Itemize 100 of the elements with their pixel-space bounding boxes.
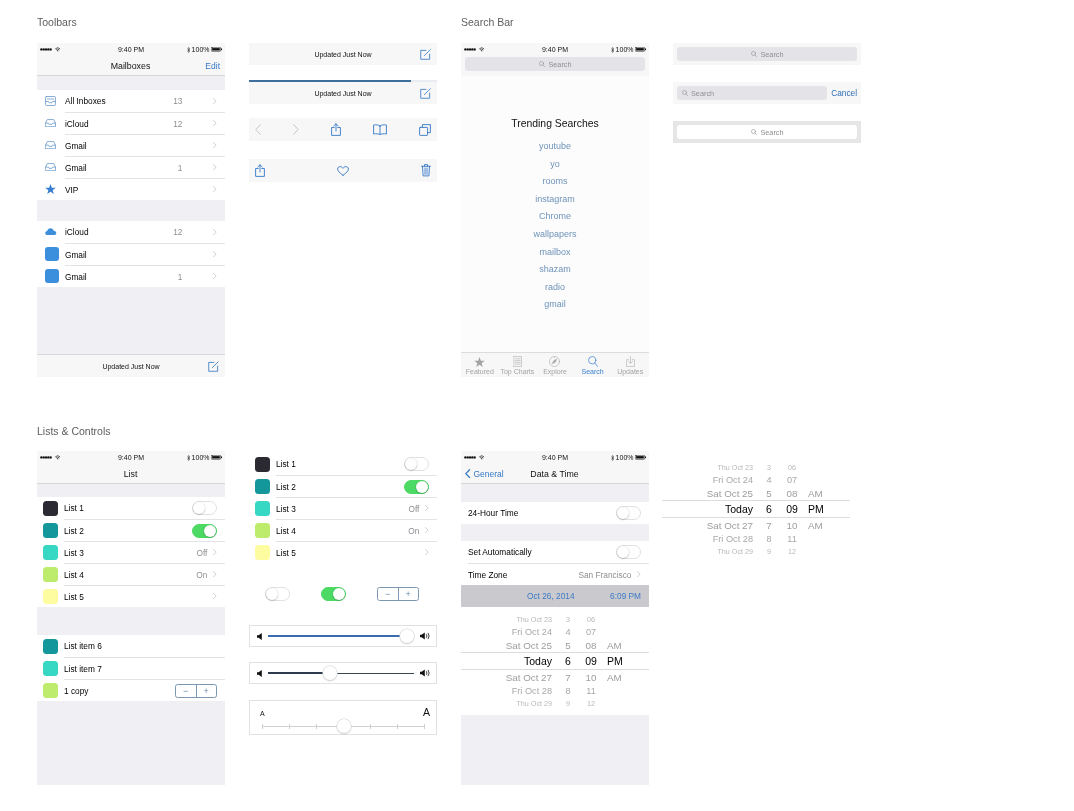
toolbar-button[interactable] — [331, 123, 341, 136]
toggle-switch[interactable] — [192, 523, 217, 538]
minus-button[interactable]: − — [378, 588, 398, 600]
toggle-switch[interactable] — [404, 479, 429, 494]
picker-hour[interactable]: 7 — [554, 671, 582, 683]
row-value: On — [408, 525, 420, 536]
picker-hour[interactable]: 4 — [755, 474, 783, 485]
picker-date[interactable]: Fri Oct 28 — [662, 533, 755, 544]
nav-title: Data & Time — [530, 468, 579, 479]
picker-hour[interactable]: 6 — [554, 655, 582, 667]
date-row[interactable]: Oct 26, 2014 6:09 PM — [461, 585, 649, 607]
slider-thumb[interactable] — [400, 629, 414, 643]
compose-button[interactable] — [420, 87, 431, 99]
picker-period[interactable]: AM — [600, 671, 649, 683]
row-label: All Inboxes — [65, 96, 107, 106]
inbox-icon — [45, 96, 56, 106]
chevron-right-icon — [293, 124, 299, 135]
picker-period[interactable]: AM — [801, 519, 850, 531]
toolbar-button[interactable] — [255, 164, 265, 177]
toggle-switch[interactable] — [616, 545, 641, 559]
row-label: List 3 — [276, 503, 297, 514]
picker-date[interactable]: Sat Oct 25 — [461, 639, 554, 651]
picker-hour[interactable]: 6 — [755, 503, 783, 515]
picker-date[interactable]: Fri Oct 28 — [461, 685, 554, 696]
toggle-switch[interactable] — [321, 587, 346, 601]
picker-date[interactable]: Fri Oct 24 — [662, 474, 755, 485]
picker-minute[interactable]: 09 — [582, 655, 600, 667]
section-heading: Lists & Controls — [37, 424, 111, 438]
row-label: VIP — [65, 184, 80, 195]
search-suggestion[interactable]: wallpapers — [533, 225, 577, 244]
row-count: 1 — [177, 271, 183, 282]
speaker-icon — [257, 632, 262, 640]
back-button[interactable]: General — [465, 468, 504, 479]
search-suggestion[interactable]: gmail — [544, 296, 566, 314]
toggle-switch[interactable] — [192, 501, 217, 515]
compose-icon — [420, 48, 431, 60]
list-icon — [512, 355, 522, 367]
toolbar-button[interactable] — [421, 164, 431, 177]
search-suggestion[interactable]: yo — [550, 155, 560, 174]
picker-minute[interactable]: 08 — [783, 487, 801, 499]
chevron-icon — [425, 527, 429, 534]
picker-hour[interactable]: 5 — [755, 487, 783, 499]
toggle-switch[interactable] — [404, 457, 429, 471]
chevron-icon — [637, 571, 641, 578]
slider-track[interactable] — [268, 666, 414, 680]
picker-date[interactable]: Sat Oct 25 — [662, 487, 755, 499]
row-label: Gmail — [65, 140, 88, 151]
compose-icon — [420, 87, 431, 99]
picker-date[interactable]: Sat Oct 27 — [461, 671, 554, 683]
search-icon — [539, 61, 546, 67]
search-suggestion[interactable]: shazam — [539, 261, 571, 279]
picker-date[interactable]: Today — [662, 503, 755, 515]
toolbar-button[interactable] — [337, 165, 349, 176]
plus-button[interactable]: + — [397, 588, 418, 600]
search-suggestion[interactable]: Chrome — [539, 208, 571, 226]
edit-button[interactable]: Edit — [205, 60, 220, 71]
plus-button[interactable]: + — [195, 684, 216, 697]
slider-track[interactable] — [268, 629, 414, 643]
picker-hour[interactable]: 8 — [554, 685, 582, 696]
picker-minute[interactable]: 11 — [582, 685, 600, 696]
toolbar-button[interactable] — [373, 124, 387, 135]
search-suggestion[interactable]: rooms — [542, 173, 568, 191]
picker-minute[interactable]: 10 — [582, 671, 600, 683]
compose-button[interactable] — [420, 48, 431, 60]
picker-minute[interactable]: 09 — [783, 503, 801, 515]
picker-minute[interactable]: 10 — [783, 519, 801, 531]
chevron-icon — [213, 571, 217, 578]
search-suggestion[interactable]: radio — [545, 278, 565, 297]
chevron-icon — [213, 228, 217, 236]
slider-track[interactable] — [262, 719, 425, 733]
cancel-button[interactable]: Cancel — [831, 88, 857, 98]
picker-hour[interactable]: 8 — [755, 533, 783, 544]
compose-button[interactable] — [208, 360, 219, 372]
row-label: Gmail — [65, 271, 88, 282]
slider-thumb[interactable] — [323, 666, 338, 680]
search-suggestion[interactable]: youtube — [539, 138, 571, 156]
picker-period[interactable]: AM — [801, 487, 850, 499]
search-suggestion[interactable]: mailbox — [539, 243, 571, 262]
toggle-switch[interactable] — [265, 587, 290, 601]
slider-thumb[interactable] — [336, 719, 351, 733]
minus-button[interactable]: − — [176, 684, 196, 697]
picker-period[interactable]: AM — [600, 639, 649, 651]
picker-period[interactable]: PM — [801, 503, 850, 515]
search-suggestion[interactable]: instagram — [535, 190, 575, 209]
picker-minute[interactable]: 07 — [783, 474, 801, 485]
picker-date[interactable]: Fri Oct 24 — [461, 626, 554, 637]
speaker-waves-icon — [420, 669, 430, 677]
picker-date[interactable]: Sat Oct 27 — [662, 519, 755, 531]
toggle-switch[interactable] — [616, 506, 641, 520]
picker-period[interactable]: PM — [600, 655, 649, 667]
picker-minute[interactable]: 11 — [783, 533, 801, 544]
row-label: Time Zone — [468, 569, 509, 580]
row-label: List 5 — [64, 591, 85, 602]
picker-date[interactable]: Today — [461, 655, 554, 667]
picker-hour[interactable]: 7 — [755, 519, 783, 531]
picker-hour[interactable]: 4 — [554, 626, 582, 637]
picker-minute[interactable]: 08 — [582, 639, 600, 651]
picker-minute[interactable]: 07 — [582, 626, 600, 637]
toolbar-button[interactable] — [419, 123, 431, 136]
picker-hour[interactable]: 5 — [554, 639, 582, 651]
